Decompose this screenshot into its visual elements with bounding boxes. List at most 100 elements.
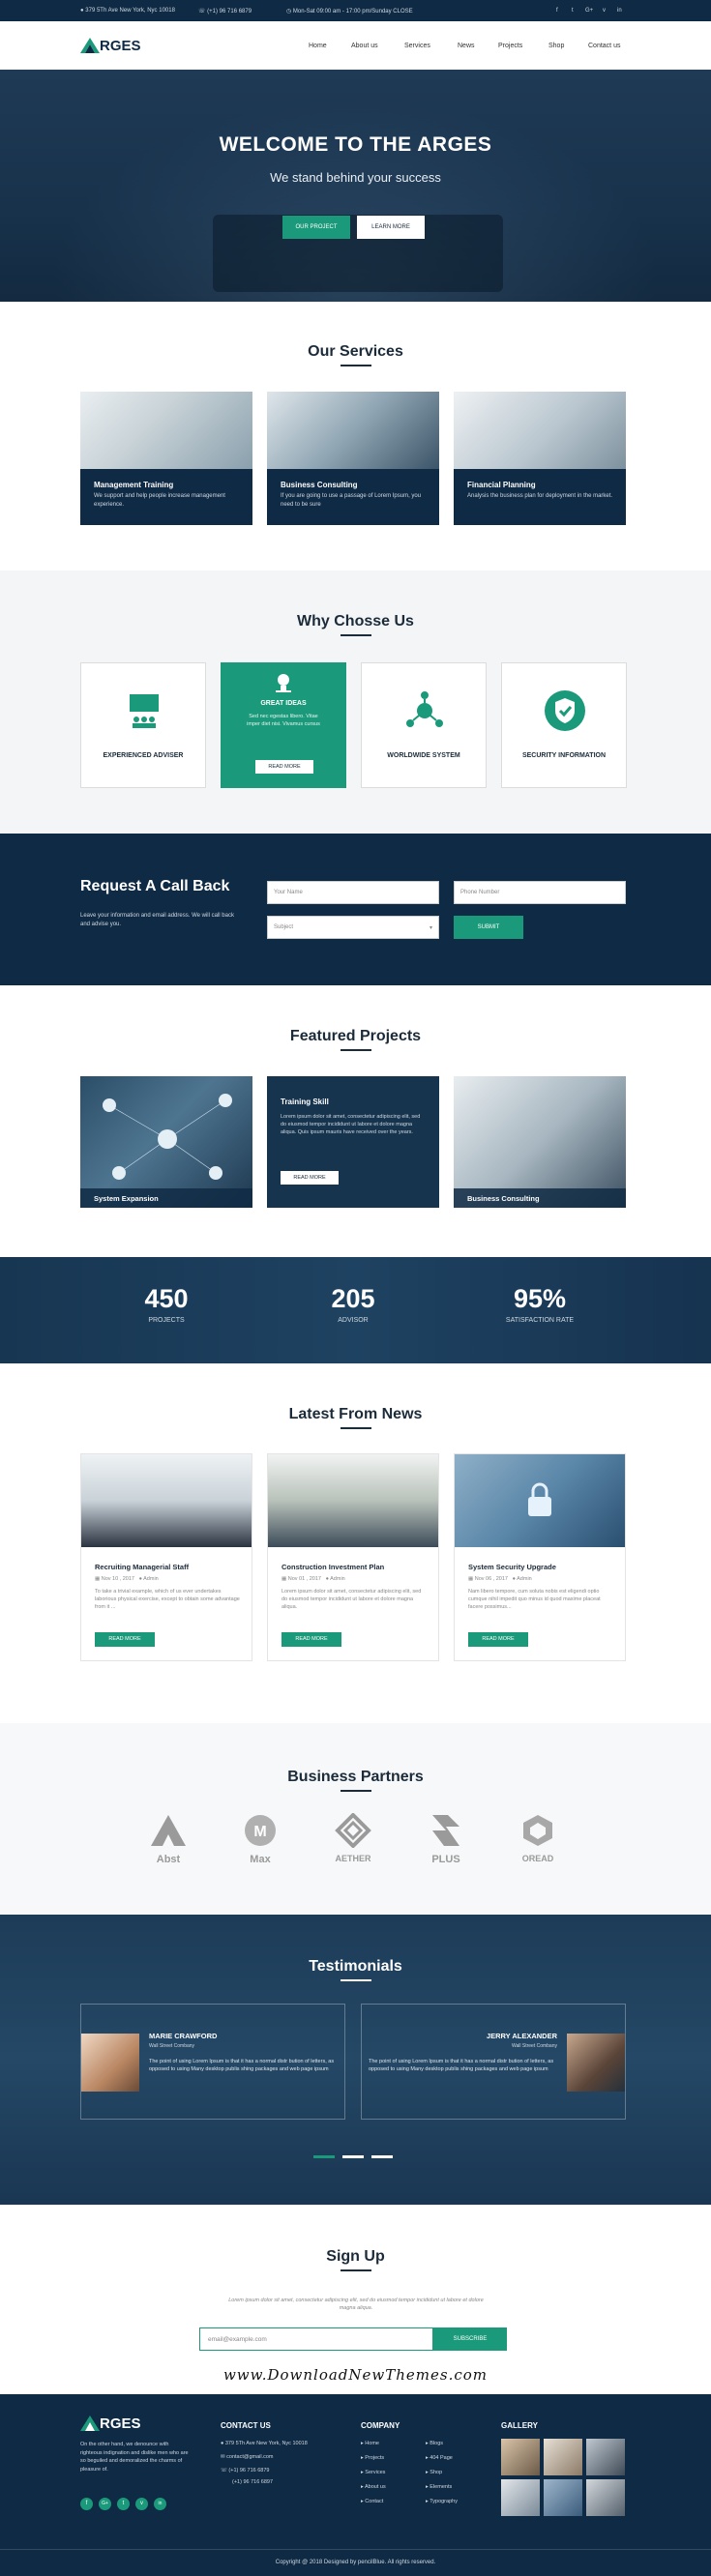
- footer-link[interactable]: ▸ About us: [361, 2484, 386, 2490]
- partners-divider: [341, 1790, 371, 1792]
- footer-gallery-title: GALLERY: [501, 2421, 538, 2430]
- testimonial-company: Wall Street Combany: [149, 2043, 195, 2049]
- footer-link[interactable]: ▸ Shop: [426, 2470, 442, 2475]
- gallery-thumb[interactable]: [501, 2439, 540, 2475]
- news-divider: [341, 1427, 371, 1429]
- social-googleplus-icon[interactable]: G+: [99, 2498, 111, 2510]
- social-facebook-icon[interactable]: f: [556, 8, 558, 14]
- service-desc: If you are going to use a passage of Lor…: [281, 493, 422, 508]
- our-project-button[interactable]: OUR PROJECT: [282, 216, 350, 239]
- social-googleplus-icon[interactable]: G+: [585, 8, 593, 14]
- service-image: [454, 392, 626, 469]
- subscribe-button[interactable]: SUBSCRIBE: [433, 2327, 507, 2351]
- carousel-dot[interactable]: [342, 2155, 364, 2158]
- nav-services[interactable]: Services: [404, 43, 430, 49]
- service-desc: We support and help people increase mana…: [94, 493, 225, 508]
- partner-max-icon: M: [245, 1815, 276, 1846]
- news-title-text[interactable]: System Security Upgrade: [468, 1563, 556, 1571]
- read-more-button[interactable]: READ MORE: [281, 1171, 339, 1185]
- hero-title: WELCOME TO THE ARGES: [219, 133, 492, 156]
- news-title-text[interactable]: Construction Investment Plan: [281, 1563, 384, 1571]
- nav-projects[interactable]: Projects: [498, 43, 522, 49]
- why-card-ideas[interactable]: GREAT IDEAS Sed nec egestas libero. Vita…: [221, 662, 346, 788]
- social-vimeo-icon[interactable]: v: [135, 2498, 148, 2510]
- phone-input[interactable]: Phone Number: [454, 881, 626, 904]
- footer-link[interactable]: ▸ 404 Page: [426, 2455, 453, 2461]
- why-card-worldwide[interactable]: WORLDWIDE SYSTEM: [361, 662, 487, 788]
- nav-news[interactable]: News: [458, 43, 475, 49]
- news-desc: Nam libero tempore, cum soluta nobis est…: [468, 1589, 601, 1610]
- footer-about: On the other hand, we denounce with righ…: [80, 2442, 189, 2473]
- top-bar: ● 379 5Th Ave New York, Nyc 10018 ☏ (+1)…: [0, 0, 711, 21]
- footer-link[interactable]: ▸ Contact: [361, 2499, 383, 2504]
- logo-mark-icon: [80, 38, 100, 53]
- submit-button[interactable]: SUBMIT: [454, 916, 523, 939]
- news-card[interactable]: System Security Upgrade ▦ Nov 06 , 2017 …: [454, 1453, 626, 1661]
- why-title: Why Chosse Us: [297, 613, 414, 629]
- project-card-expansion[interactable]: System Expansion: [80, 1076, 252, 1208]
- footer-address: ● 379 5Th Ave New York, Nyc 10018: [221, 2441, 308, 2446]
- why-card-security[interactable]: SECURITY INFORMATION: [501, 662, 627, 788]
- footer-phone: ☏ (+1) 96 716 6879: [221, 2468, 270, 2474]
- nav-home[interactable]: Home: [309, 43, 327, 49]
- projects-title: Featured Projects: [289, 1028, 422, 1044]
- callback-title: Request A Call Back: [80, 878, 230, 894]
- gallery-thumb[interactable]: [544, 2479, 582, 2516]
- news-card[interactable]: Recruiting Managerial Staff ▦ Nov 10 , 2…: [80, 1453, 252, 1661]
- read-more-button[interactable]: READ MORE: [255, 760, 313, 774]
- partner-logo[interactable]: PLUS: [417, 1813, 475, 1865]
- why-card-adviser[interactable]: EXPERIENCED ADVISER: [80, 662, 206, 788]
- partner-logo[interactable]: Abst: [139, 1813, 197, 1865]
- social-linkedin-icon[interactable]: in: [154, 2498, 166, 2510]
- service-card-management[interactable]: Management Training We support and help …: [80, 392, 252, 525]
- testimonial-card: JERRY ALEXANDER Wall Street Combany The …: [361, 2004, 626, 2120]
- footer-email[interactable]: ✉ contact@gmail.com: [221, 2454, 274, 2460]
- social-vimeo-icon[interactable]: v: [603, 8, 606, 14]
- read-more-button[interactable]: READ MORE: [281, 1632, 341, 1647]
- news-title-text[interactable]: Recruiting Managerial Staff: [95, 1563, 189, 1571]
- partner-logo[interactable]: M Max: [231, 1813, 289, 1865]
- news-title: Latest From News: [288, 1406, 423, 1422]
- project-card-training[interactable]: Training Skill Lorem ipsum dolor sit ame…: [267, 1076, 439, 1208]
- read-more-button[interactable]: READ MORE: [468, 1632, 528, 1647]
- social-facebook-icon[interactable]: f: [80, 2498, 93, 2510]
- social-twitter-icon[interactable]: t: [572, 8, 574, 14]
- gallery-thumb[interactable]: [586, 2439, 625, 2475]
- partner-logo[interactable]: OREAD: [509, 1813, 567, 1863]
- user-icon: ●: [512, 1576, 516, 1582]
- social-twitter-icon[interactable]: t: [117, 2498, 130, 2510]
- service-card-consulting[interactable]: Business Consulting If you are going to …: [267, 392, 439, 525]
- footer-link[interactable]: ▸ Typography: [426, 2499, 458, 2504]
- service-card-financial[interactable]: Financial Planning Analysis the business…: [454, 392, 626, 525]
- news-image: [455, 1454, 625, 1547]
- footer-link[interactable]: ▸ Home: [361, 2441, 379, 2446]
- gallery-thumb[interactable]: [544, 2439, 582, 2475]
- project-card-consulting[interactable]: Business Consulting: [454, 1076, 626, 1208]
- footer-link[interactable]: ▸ Projects: [361, 2455, 384, 2461]
- nav-shop[interactable]: Shop: [548, 43, 564, 49]
- testimonial-text: The point of using Lorem Ipsum is that i…: [149, 2059, 335, 2072]
- carousel-dot[interactable]: [371, 2155, 393, 2158]
- gallery-thumb[interactable]: [501, 2479, 540, 2516]
- footer-link[interactable]: ▸ Services: [361, 2470, 385, 2475]
- email-input[interactable]: email@example.com: [199, 2327, 433, 2351]
- subject-select[interactable]: Subject ▾: [267, 916, 439, 939]
- social-linkedin-icon[interactable]: in: [617, 8, 622, 14]
- read-more-button[interactable]: READ MORE: [95, 1632, 155, 1647]
- footer-link[interactable]: ▸ Elements: [426, 2484, 452, 2490]
- nav-about[interactable]: About us: [351, 43, 378, 49]
- partner-logo[interactable]: AETHER: [324, 1812, 382, 1863]
- news-card[interactable]: Construction Investment Plan ▦ Nov 01 , …: [267, 1453, 439, 1661]
- testimonial-name: MARIE CRAWFORD: [149, 2032, 218, 2040]
- project-desc: Lorem ipsum dolor sit amet, consectetur …: [281, 1114, 421, 1135]
- name-input[interactable]: Your Name: [267, 881, 439, 904]
- svg-text:M: M: [253, 1824, 266, 1840]
- why-card-desc: Sed nec egestas libero. Vitae imper diet…: [247, 714, 320, 727]
- learn-more-button[interactable]: LEARN MORE: [357, 216, 425, 239]
- shield-check-icon: [545, 690, 585, 731]
- nav-contact[interactable]: Contact us: [588, 43, 620, 49]
- footer-link[interactable]: ▸ Blogs: [426, 2441, 443, 2446]
- gallery-thumb[interactable]: [586, 2479, 625, 2516]
- carousel-dot-active[interactable]: [313, 2155, 335, 2158]
- projects-divider: [341, 1049, 371, 1051]
